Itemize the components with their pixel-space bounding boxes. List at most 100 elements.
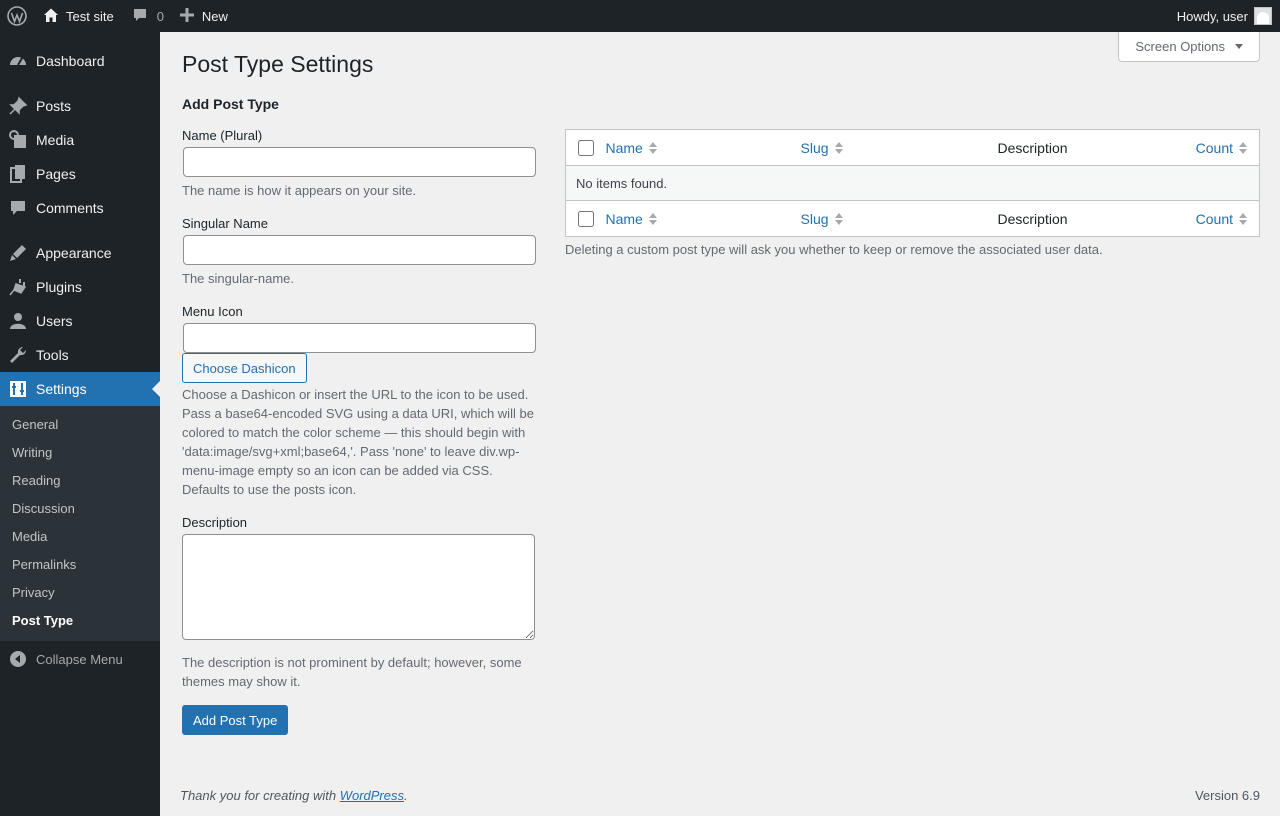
admin-sidebar: Dashboard Posts Media Pages Comments App…	[0, 32, 160, 816]
sidebar-item-media[interactable]: Media	[0, 123, 160, 157]
howdy-label: Howdy, user	[1176, 8, 1248, 24]
comment-bubble-icon	[132, 7, 148, 26]
description-textarea[interactable]	[182, 534, 535, 640]
admin-bar: Test site 0 New Howdy, user	[0, 0, 1280, 32]
user-icon	[0, 311, 36, 331]
footer-column-count-label: Count	[1195, 210, 1233, 227]
sidebar-item-pages[interactable]: Pages	[0, 157, 160, 191]
site-name-link[interactable]: Test site	[34, 0, 122, 32]
select-all-checkbox[interactable]	[578, 140, 594, 156]
sort-count-link[interactable]: Count	[1196, 140, 1247, 156]
description-field-group: Description The description is not promi…	[182, 515, 536, 691]
footer-column-slug: Slug	[800, 200, 998, 237]
sidebar-item-label: Appearance	[36, 245, 112, 261]
sort-slug-link[interactable]: Slug	[801, 140, 843, 156]
wordpress-link[interactable]: WordPress	[340, 788, 404, 803]
collapse-menu-label: Collapse Menu	[36, 651, 123, 667]
footer-thanks-suffix: .	[404, 788, 408, 803]
sort-arrows-icon	[648, 212, 657, 225]
post-types-table: Name Slug Description Count No items fou…	[565, 129, 1260, 237]
footer-column-description: Description	[997, 200, 1191, 237]
avatar	[1254, 7, 1272, 25]
sort-arrows-icon	[834, 212, 843, 225]
sidebar-item-appearance[interactable]: Appearance	[0, 236, 160, 270]
select-all-footer-checkbox[interactable]	[578, 211, 594, 227]
settings-submenu: General Writing Reading Discussion Media…	[0, 406, 160, 641]
screen-options-button[interactable]: Screen Options	[1118, 32, 1260, 62]
brush-icon	[0, 243, 36, 263]
sidebar-item-tools[interactable]: Tools	[0, 338, 160, 372]
table-row: No items found.	[565, 165, 1260, 201]
sidebar-item-plugins[interactable]: Plugins	[0, 270, 160, 304]
sidebar-item-comments[interactable]: Comments	[0, 191, 160, 225]
sidebar-item-label: Pages	[36, 166, 76, 182]
post-types-list: Name Slug Description Count No items fou…	[565, 129, 1260, 257]
singular-name-input[interactable]	[183, 235, 536, 265]
footer-sort-count-link[interactable]: Count	[1196, 211, 1247, 227]
pin-icon	[0, 96, 36, 116]
dashboard-icon	[0, 51, 36, 71]
footer-sort-name-link[interactable]: Name	[606, 211, 657, 227]
wrench-icon	[0, 345, 36, 365]
footer-column-count: Count	[1190, 200, 1260, 237]
collapse-menu-button[interactable]: Collapse Menu	[0, 642, 160, 676]
sort-arrows-icon	[834, 141, 843, 154]
name-input[interactable]	[183, 147, 536, 177]
sidebar-item-label: Dashboard	[36, 53, 105, 69]
sidebar-item-settings[interactable]: Settings	[0, 372, 160, 406]
table-header-row: Name Slug Description Count	[565, 129, 1260, 166]
name-label: Name (Plural)	[182, 128, 263, 143]
description-help: The description is not prominent by defa…	[182, 655, 522, 689]
sidebar-item-label: Posts	[36, 98, 72, 114]
menu-icon-label: Menu Icon	[182, 304, 243, 319]
add-post-type-button[interactable]: Add Post Type	[182, 705, 289, 735]
select-all-footer-cell	[565, 200, 606, 237]
screen-options-label: Screen Options	[1135, 39, 1225, 54]
new-content-link[interactable]: New	[172, 0, 236, 32]
plus-icon	[179, 7, 194, 25]
menu-icon-input[interactable]	[183, 323, 536, 353]
select-all-cell	[565, 129, 606, 166]
home-icon	[42, 6, 60, 27]
submenu-media[interactable]: Media	[0, 523, 160, 551]
new-label: New	[201, 8, 228, 24]
name-field-group: Name (Plural) The name is how it appears…	[182, 128, 536, 200]
menu-icon-description: Choose a Dashicon or insert the URL to t…	[182, 387, 534, 497]
choose-dashicon-button[interactable]: Choose Dashicon	[182, 353, 307, 383]
footer-column-name: Name	[605, 200, 801, 237]
sidebar-item-dashboard[interactable]: Dashboard	[0, 44, 160, 78]
plugin-icon	[0, 277, 36, 297]
sidebar-item-users[interactable]: Users	[0, 304, 160, 338]
settings-icon	[0, 379, 36, 399]
submenu-discussion[interactable]: Discussion	[0, 495, 160, 523]
comments-count: 0	[156, 8, 164, 24]
footer-column-slug-label: Slug	[800, 210, 829, 227]
comments-link[interactable]: 0	[122, 0, 172, 32]
add-post-type-form: Add Post Type Name (Plural) The name is …	[182, 96, 536, 735]
sort-name-link[interactable]: Name	[606, 140, 657, 156]
column-count: Count	[1190, 129, 1260, 166]
description-label: Description	[182, 515, 248, 530]
comment-icon	[0, 198, 36, 218]
sort-arrows-icon	[1239, 212, 1247, 225]
name-description: The name is how it appears on your site.	[182, 183, 417, 198]
pages-icon	[0, 164, 36, 184]
submenu-privacy[interactable]: Privacy	[0, 579, 160, 607]
no-items-message: No items found.	[565, 165, 1260, 201]
submenu-writing[interactable]: Writing	[0, 439, 160, 467]
delete-note: Deleting a custom post type will ask you…	[565, 242, 1103, 257]
singular-field-group: Singular Name The singular-name.	[182, 216, 536, 288]
sidebar-item-posts[interactable]: Posts	[0, 89, 160, 123]
submenu-reading[interactable]: Reading	[0, 467, 160, 495]
submenu-post-type[interactable]: Post Type	[0, 607, 160, 635]
collapse-arrow-icon	[0, 650, 36, 668]
submenu-general[interactable]: General	[0, 411, 160, 439]
column-slug-label: Slug	[800, 139, 829, 156]
footer-sort-slug-link[interactable]: Slug	[801, 211, 843, 227]
sidebar-item-label: Plugins	[36, 279, 82, 295]
wordpress-logo-icon[interactable]	[0, 0, 34, 32]
column-count-label: Count	[1195, 139, 1233, 156]
account-menu[interactable]: Howdy, user	[1177, 0, 1272, 32]
sidebar-item-label: Settings	[36, 381, 87, 397]
submenu-permalinks[interactable]: Permalinks	[0, 551, 160, 579]
